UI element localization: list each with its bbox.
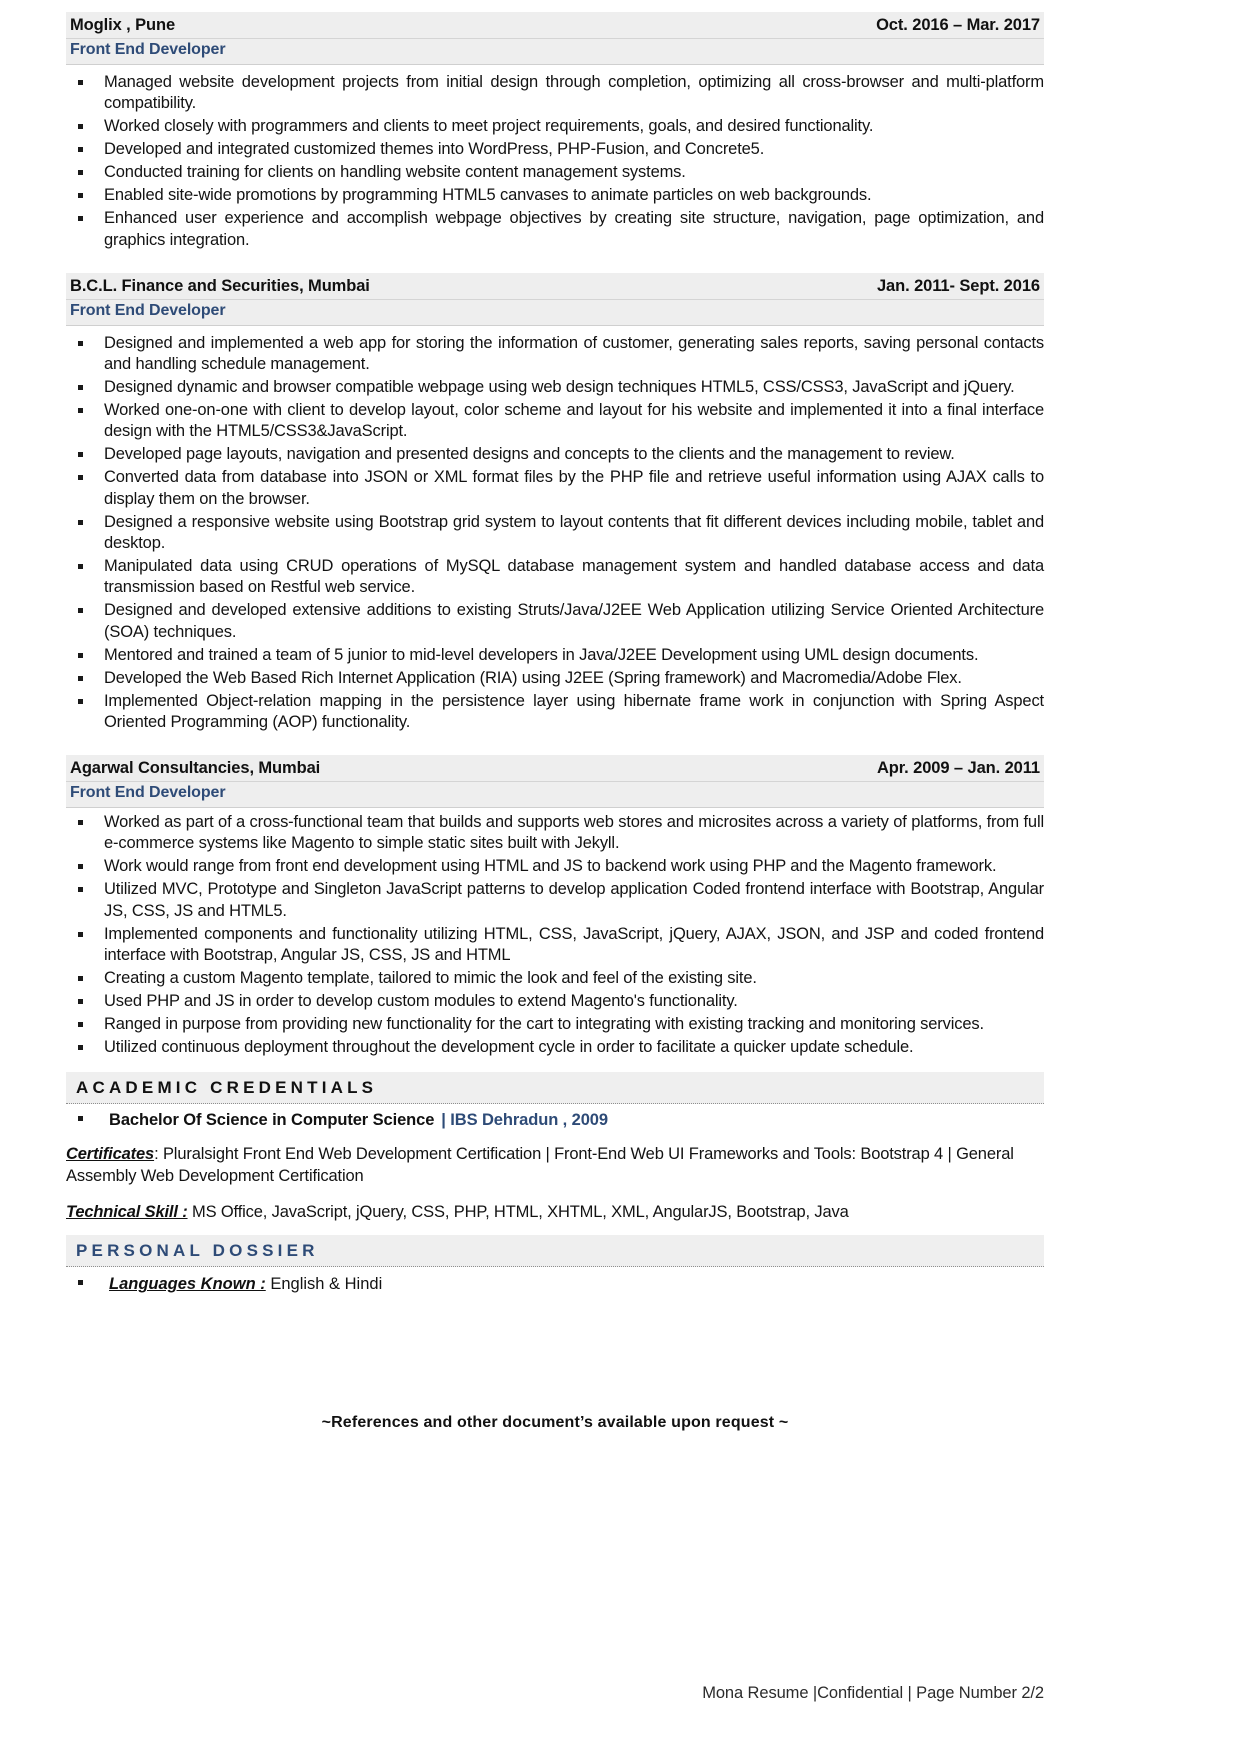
job-company: Agarwal Consultancies, Mumbai bbox=[70, 758, 321, 777]
certificates-label: Certificates bbox=[66, 1145, 155, 1164]
languages-row: Languages Known : English & Hindi bbox=[66, 1275, 1044, 1294]
section-title: ACADEMIC CREDENTIALS bbox=[76, 1078, 378, 1098]
job-bullet-list: Worked as part of a cross-functional tea… bbox=[66, 812, 1044, 1058]
technical-skill-paragraph: Technical Skill : MS Office, JavaScript,… bbox=[66, 1202, 1044, 1224]
list-item: Used PHP and JS in order to develop cust… bbox=[66, 991, 1044, 1012]
list-item: Designed and implemented a web app for s… bbox=[66, 333, 1044, 376]
section-title: PERSONAL DOSSIER bbox=[76, 1241, 319, 1261]
job-dates: Jan. 2011- Sept. 2016 bbox=[876, 276, 1040, 295]
job-entry: Moglix , Pune Oct. 2016 – Mar. 2017 Fron… bbox=[66, 12, 1044, 251]
list-item: Designed dynamic and browser compatible … bbox=[66, 377, 1044, 398]
technical-skill-label: Technical Skill : bbox=[66, 1202, 188, 1221]
list-item: Implemented Object-relation mapping in t… bbox=[66, 691, 1044, 734]
list-item: Enhanced user experience and accomplish … bbox=[66, 208, 1044, 251]
job-bullet-list: Managed website development projects fro… bbox=[66, 72, 1044, 251]
job-title: Front End Developer bbox=[70, 41, 226, 58]
list-item: Managed website development projects fro… bbox=[66, 72, 1044, 115]
languages-label: Languages Known : bbox=[109, 1275, 266, 1294]
list-item: Designed and developed extensive additio… bbox=[66, 600, 1044, 643]
job-title-band: Front End Developer bbox=[66, 299, 1044, 326]
languages-value: English & Hindi bbox=[270, 1275, 383, 1294]
list-item: Conducted training for clients on handli… bbox=[66, 162, 1044, 183]
section-header-personal-dossier: PERSONAL DOSSIER bbox=[66, 1235, 1044, 1268]
list-item: Developed page layouts, navigation and p… bbox=[66, 444, 1044, 465]
certificates-text: Pluralsight Front End Web Development Ce… bbox=[66, 1145, 1014, 1185]
job-header-band: B.C.L. Finance and Securities, Mumbai Ja… bbox=[66, 272, 1044, 300]
square-bullet-icon bbox=[78, 1280, 83, 1286]
job-bullet-list: Designed and implemented a web app for s… bbox=[66, 333, 1044, 734]
degree-name: Bachelor Of Science in Computer Science bbox=[109, 1111, 435, 1130]
list-item: Developed and integrated customized them… bbox=[66, 139, 1044, 160]
list-item: Utilized MVC, Prototype and Singleton Ja… bbox=[66, 879, 1044, 922]
job-title-band: Front End Developer bbox=[66, 39, 1044, 65]
job-dates: Apr. 2009 – Jan. 2011 bbox=[876, 758, 1040, 777]
certificates-separator: : bbox=[154, 1145, 159, 1164]
list-item: Worked one-on-one with client to develop… bbox=[66, 400, 1044, 443]
list-item: Enabled site-wide promotions by programm… bbox=[66, 185, 1044, 206]
job-header-band: Agarwal Consultancies, Mumbai Apr. 2009 … bbox=[66, 754, 1044, 782]
list-item: Converted data from database into JSON o… bbox=[66, 467, 1044, 510]
job-title-band: Front End Developer bbox=[66, 781, 1044, 808]
list-item: Developed the Web Based Rich Internet Ap… bbox=[66, 668, 1044, 689]
list-item: Creating a custom Magento template, tail… bbox=[66, 968, 1044, 989]
list-item: Manipulated data using CRUD operations o… bbox=[66, 556, 1044, 599]
degree-institution: | IBS Dehradun , 2009 bbox=[441, 1111, 608, 1130]
resume-page: Moglix , Pune Oct. 2016 – Mar. 2017 Fron… bbox=[66, 12, 1044, 1432]
references-note: ~References and other document’s availab… bbox=[321, 1414, 789, 1432]
technical-skill-text: MS Office, JavaScript, jQuery, CSS, PHP,… bbox=[191, 1202, 849, 1221]
list-item: Designed a responsive website using Boot… bbox=[66, 512, 1044, 555]
job-company: Moglix , Pune bbox=[70, 16, 176, 34]
job-dates: Oct. 2016 – Mar. 2017 bbox=[876, 16, 1040, 34]
square-bullet-icon bbox=[78, 1116, 83, 1122]
list-item: Worked as part of a cross-functional tea… bbox=[66, 812, 1044, 855]
certificates-paragraph: Certificates: Pluralsight Front End Web … bbox=[66, 1144, 1044, 1188]
list-item: Ranged in purpose from providing new fun… bbox=[66, 1014, 1044, 1035]
job-title: Front End Developer bbox=[70, 783, 226, 801]
list-item: Work would range from front end developm… bbox=[66, 856, 1044, 877]
job-company: B.C.L. Finance and Securities, Mumbai bbox=[70, 276, 370, 295]
job-entry: B.C.L. Finance and Securities, Mumbai Ja… bbox=[66, 272, 1044, 734]
page-footer: Mona Resume |Confidential | Page Number … bbox=[702, 1684, 1044, 1702]
list-item: Implemented components and functionality… bbox=[66, 924, 1044, 967]
list-item: Utilized continuous deployment throughou… bbox=[66, 1037, 1044, 1058]
job-entry: Agarwal Consultancies, Mumbai Apr. 2009 … bbox=[66, 754, 1044, 1058]
list-item: Mentored and trained a team of 5 junior … bbox=[66, 645, 1044, 666]
list-item: Worked closely with programmers and clie… bbox=[66, 116, 1044, 137]
section-header-academic-credentials: ACADEMIC CREDENTIALS bbox=[66, 1072, 1044, 1105]
job-title: Front End Developer bbox=[70, 301, 226, 319]
degree-row: Bachelor Of Science in Computer Science … bbox=[66, 1111, 1044, 1130]
job-header-band: Moglix , Pune Oct. 2016 – Mar. 2017 bbox=[66, 12, 1044, 39]
